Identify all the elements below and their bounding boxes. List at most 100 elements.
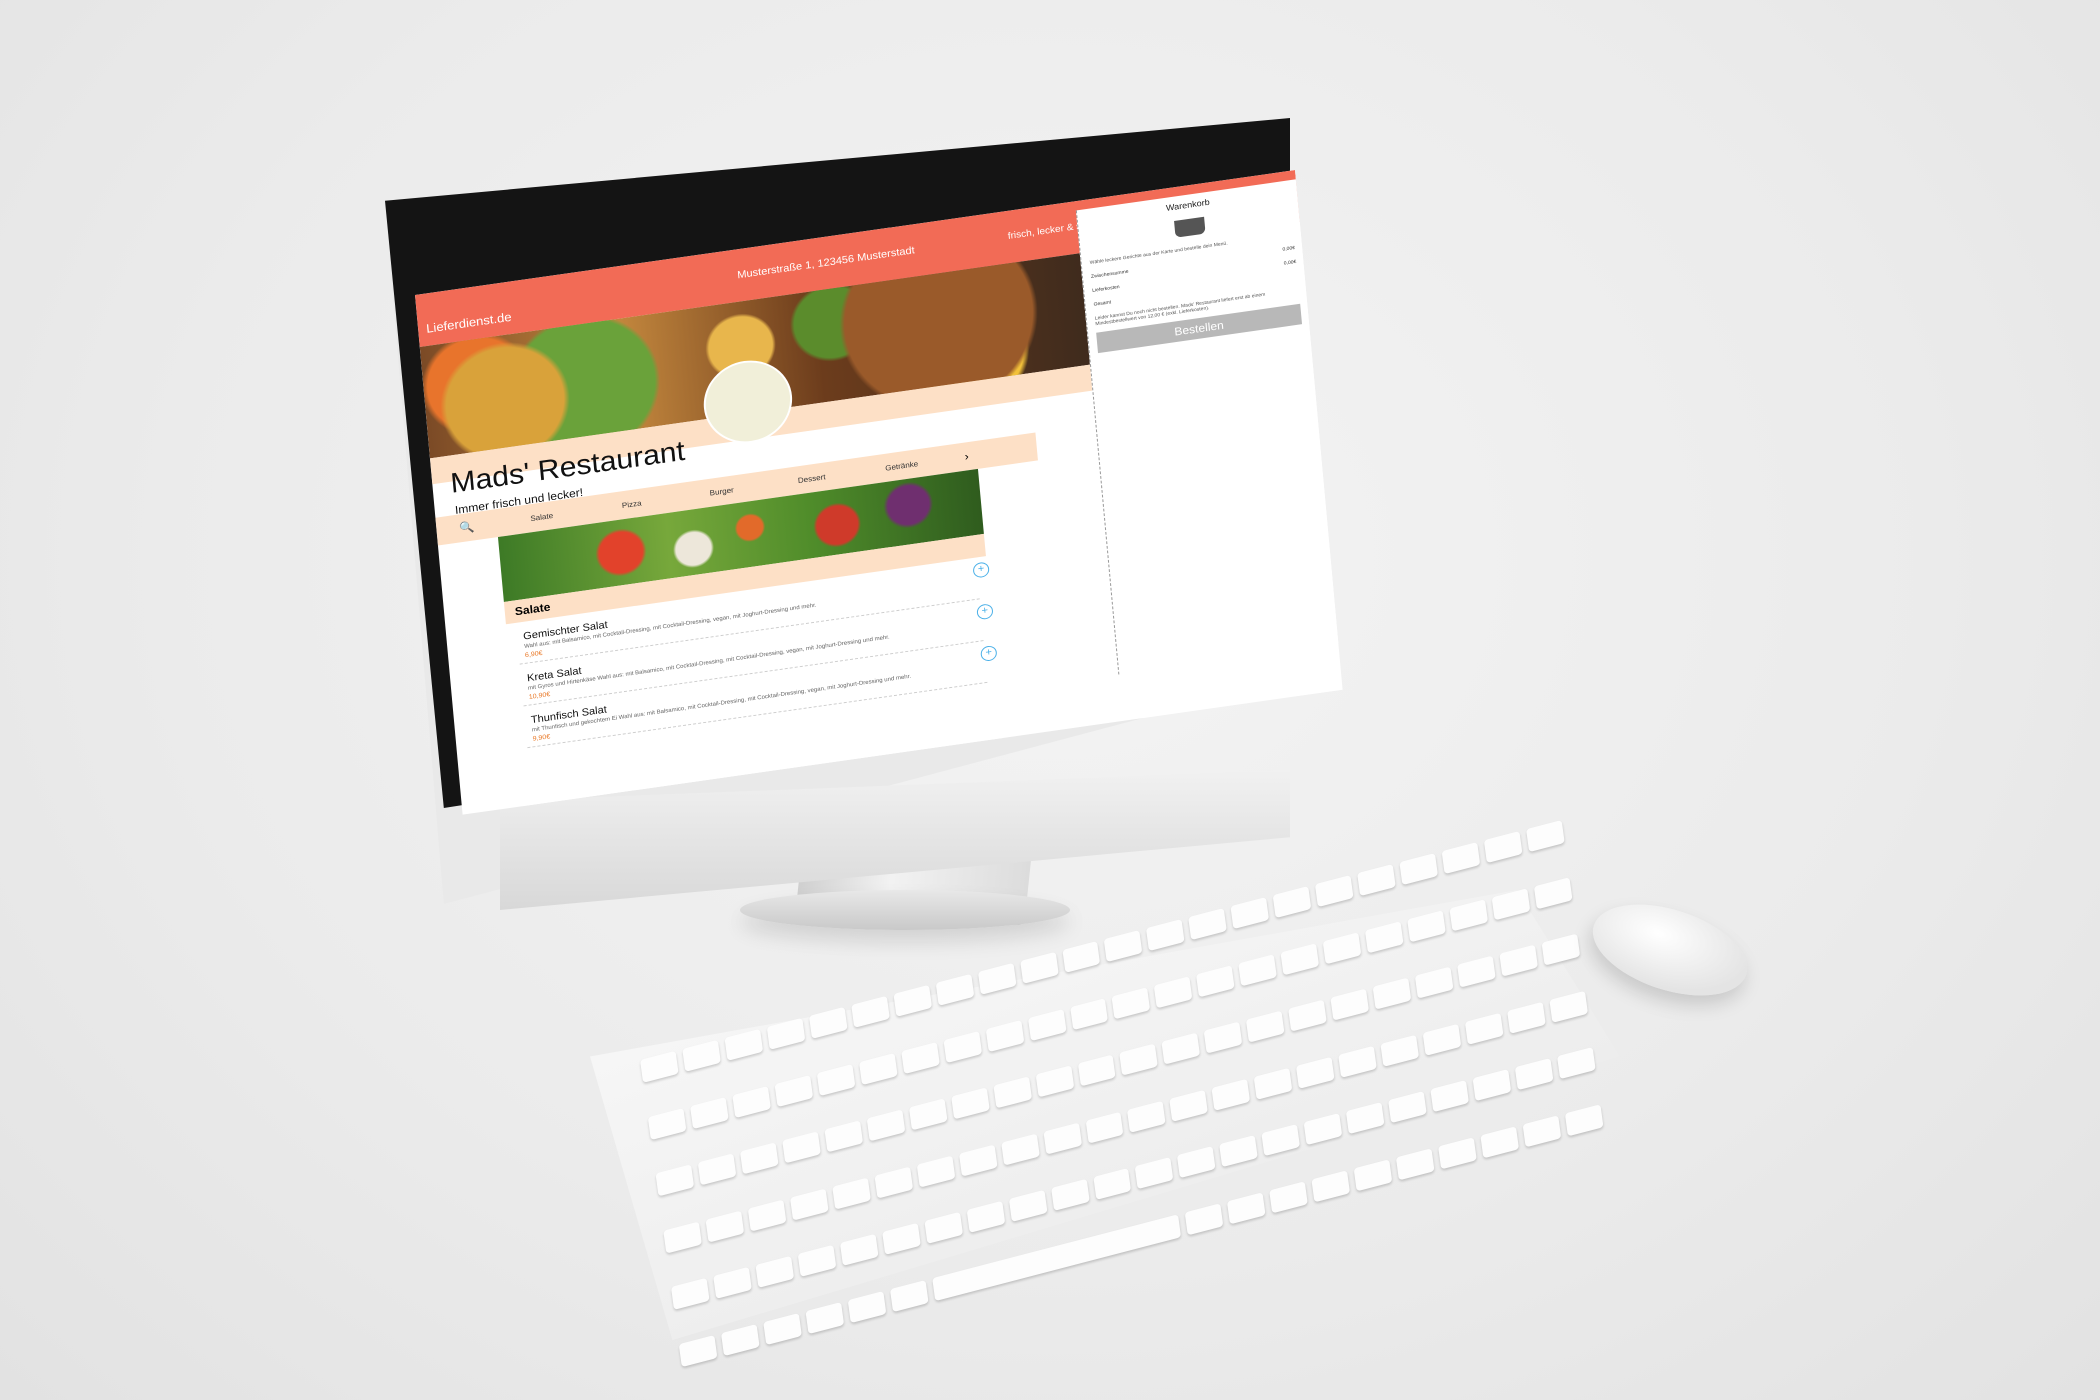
keyboard-key [774,1074,813,1107]
keyboard-key [1422,1023,1462,1056]
keyboard-key [977,962,1017,995]
keyboard-key [993,1076,1032,1109]
keyboard-key [1238,953,1278,986]
keyboard-key [697,1153,737,1186]
keyboard-key [1008,1189,1048,1223]
mouse [1581,887,1759,1013]
keyboard-key [1035,1065,1074,1098]
keyboard-key [1169,1089,1209,1122]
keyboard-key [1483,830,1523,864]
keyboard-key [985,1019,1024,1052]
keyboard-key [1415,966,1454,999]
keyboard-key [832,1177,871,1210]
tab-getraenke[interactable]: Getränke [856,455,947,476]
keyboard-key [678,1334,718,1367]
keyboard-key [1104,929,1143,963]
keyboard-key [881,1222,921,1255]
keyboard-key [950,1087,990,1120]
tab-dessert[interactable]: Dessert [766,468,857,489]
keyboard-key [1177,1145,1216,1179]
keyboard-key [1564,1103,1604,1136]
keyboard-key [1027,1008,1067,1041]
monitor-base [740,890,1070,930]
keyboard-key [1000,1133,1040,1166]
keyboard-key [1549,990,1588,1023]
keyboard-key [647,1107,687,1140]
tab-burger[interactable]: Burger [676,481,767,502]
keyboard-key [958,1144,998,1177]
keyboard-key [1438,1136,1477,1169]
keyboard-key [766,1017,806,1050]
keyboard-key [824,1120,863,1153]
keyboard-key [874,1166,913,1199]
keyboard-key [1127,1100,1166,1133]
keyboard-key [1449,898,1489,931]
keyboard-key [1185,1202,1224,1235]
keyboard-key [1353,1158,1393,1191]
chevron-right-icon[interactable]: › [946,447,987,466]
keyboard-key [732,1085,771,1118]
keyboard-key [1499,944,1538,977]
keyboard-key [1204,1021,1243,1054]
subtotal-label: Zwischensumme [1090,268,1129,280]
add-to-cart-icon[interactable]: + [972,561,990,579]
add-to-cart-icon[interactable]: + [980,644,998,663]
keyboard-key [1430,1080,1470,1113]
keyboard-key [889,1279,929,1312]
keyboard-key [1253,1067,1293,1100]
keyboard-key [1399,852,1439,886]
keyboard-key [1119,1043,1159,1076]
keyboard-key [850,995,890,1028]
keyboard-key [816,1063,856,1096]
keyboard-key [789,1188,829,1221]
keyboard-key [1507,1001,1546,1034]
keyboard-key [1441,841,1481,875]
search-icon[interactable]: 🔍 [436,517,497,539]
keyboard-key [1269,1180,1309,1213]
keyboard-key [1211,1078,1251,1111]
keyboard-key [1069,997,1109,1030]
keyboard-key [893,984,932,1017]
keyboard-key [1077,1054,1117,1087]
keyboard-key [966,1200,1005,1234]
keyboard-key [1154,975,1193,1008]
keyboard-key [935,973,974,1006]
keyboard-key [900,1041,940,1074]
keyboard-key [1227,1191,1266,1224]
keyboard-key [720,1323,760,1356]
keyboard-key [1396,1147,1435,1180]
keyboard-key [924,1211,963,1244]
keyboard-key [1533,876,1573,909]
keyboard-key [1230,896,1270,930]
keyboard-key [1280,942,1320,975]
keyboard-key [1050,1178,1090,1212]
keyboard-key [1457,955,1496,988]
webpage: Lieferdienst.de Musterstraße 1, 123456 M… [415,170,1343,815]
keyboard-key [1246,1010,1285,1043]
keyboard-key [763,1312,802,1345]
keyboard-key [1522,1114,1562,1147]
keyboard-key [805,1301,844,1334]
keyboard-key [1288,999,1328,1032]
keyboard-key [1042,1122,1082,1155]
keyboard-key [1135,1156,1174,1190]
keyboard-key [1303,1112,1343,1146]
tab-salate[interactable]: Salate [496,506,587,527]
keyboard-key [858,1052,898,1085]
keyboard-key [797,1244,837,1277]
keyboard-key [1196,964,1235,997]
site-logo[interactable]: Lieferdienst.de [426,310,513,336]
keyboard-key [1480,1125,1520,1158]
keyboard-key [1526,820,1565,853]
keyboard-key [1491,887,1531,920]
subtotal-value: 0,00€ [1282,245,1296,253]
tab-pizza[interactable]: Pizza [586,493,677,514]
keyboard-key [1346,1101,1385,1135]
keyboard-key [755,1255,794,1288]
keyboard-key [908,1098,948,1131]
keyboard-key [1315,874,1354,908]
add-to-cart-icon[interactable]: + [976,603,994,621]
restaurant-address: Musterstraße 1, 123456 Musterstadt [736,244,916,282]
keyboard-key [782,1131,821,1164]
keyboard-key [1161,1032,1201,1065]
